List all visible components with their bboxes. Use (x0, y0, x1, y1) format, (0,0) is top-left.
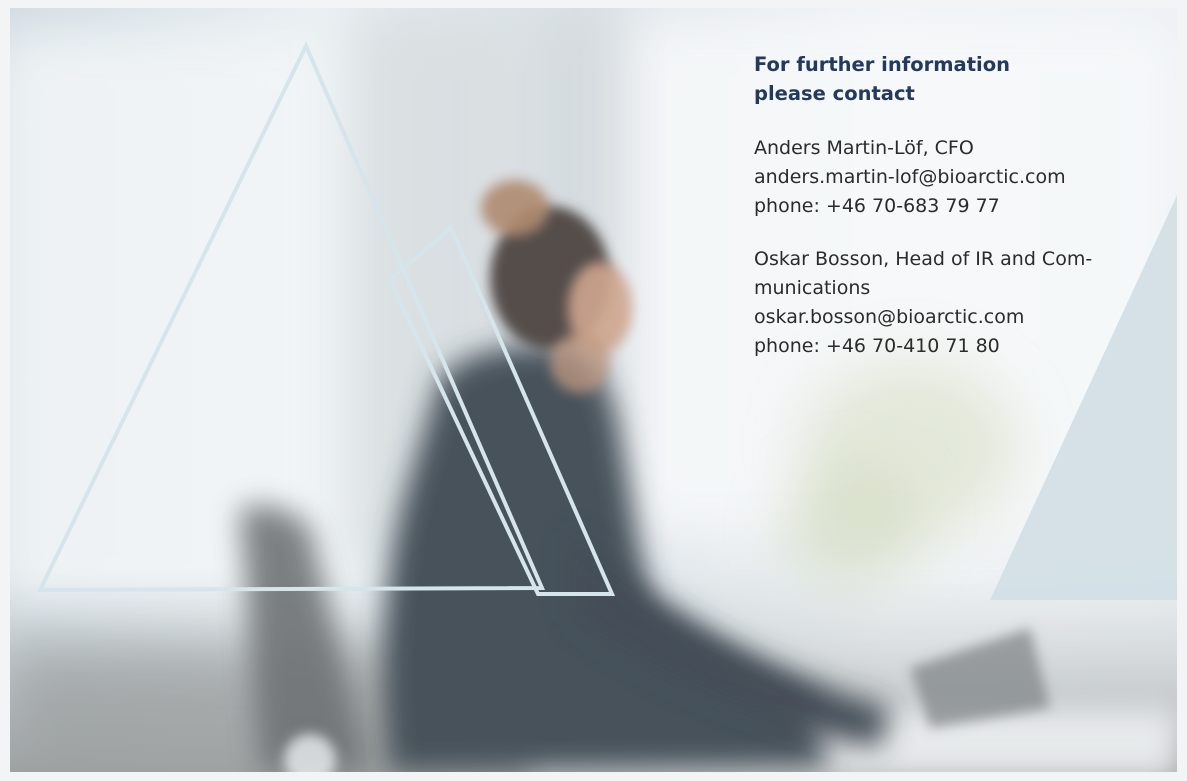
contact-name-title: Oskar Bosson, Head of IR and Com- (754, 248, 1093, 270)
contact-person-1: Anders Martin-Löf, CFO anders.martin-lof… (754, 134, 1164, 221)
slide: For further information please contact A… (10, 8, 1177, 772)
contact-heading: For further information please contact (754, 50, 1164, 108)
contact-phone: phone: +46 70-683 79 77 (754, 195, 1000, 217)
contact-name-title: Anders Martin-Löf, CFO (754, 137, 974, 159)
contact-phone: phone: +46 70-410 71 80 (754, 335, 1000, 357)
contact-heading-line-2: please contact (754, 82, 915, 105)
contact-heading-line-1: For further information (754, 53, 1010, 76)
contact-panel: For further information please contact A… (754, 50, 1164, 385)
contact-email[interactable]: oskar.bosson@bioarctic.com (754, 303, 1164, 332)
contact-email[interactable]: anders.martin-lof@bioarctic.com (754, 163, 1164, 192)
contact-name-title-continued: munications (754, 277, 871, 299)
contact-person-2: Oskar Bosson, Head of IR and Com- munica… (754, 245, 1164, 361)
